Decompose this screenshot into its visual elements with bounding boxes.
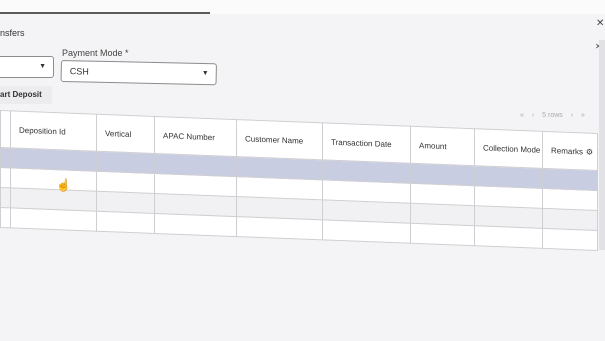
column-header-amount[interactable]: Amount bbox=[410, 126, 475, 166]
column-header-vertical[interactable]: Vertical bbox=[96, 114, 155, 154]
table-cell bbox=[154, 213, 237, 237]
start-deposit-button[interactable]: art Deposit bbox=[0, 86, 52, 104]
row-selector[interactable] bbox=[0, 207, 11, 228]
row-selector[interactable] bbox=[0, 187, 11, 208]
table-cell bbox=[410, 163, 475, 186]
row-selector[interactable] bbox=[0, 147, 11, 168]
table-cell bbox=[542, 168, 598, 191]
table-cell bbox=[474, 165, 543, 189]
tab-transfers[interactable]: nsfers bbox=[0, 28, 25, 39]
table-cell bbox=[542, 208, 598, 231]
table-cell bbox=[410, 203, 475, 226]
column-header-customer-name[interactable]: Customer Name bbox=[236, 119, 323, 160]
table-cell bbox=[474, 225, 543, 249]
table-cell bbox=[410, 183, 475, 206]
table-cell bbox=[542, 228, 598, 251]
column-header-deposition-id[interactable]: Deposition Id bbox=[10, 110, 97, 152]
table-cell bbox=[322, 219, 411, 244]
pager-last-icon[interactable]: » bbox=[581, 112, 585, 119]
column-header-apac-number[interactable]: APAC Number bbox=[154, 116, 237, 157]
column-header-remarks[interactable]: ⚙ Remarks bbox=[542, 131, 598, 171]
payment-mode-label: Payment Mode * bbox=[62, 48, 129, 58]
vertical-scrollbar[interactable] bbox=[599, 40, 605, 250]
close-icon[interactable]: ✕ bbox=[596, 18, 604, 29]
table-cell bbox=[96, 191, 155, 214]
pager: « ‹ 5 rows › » bbox=[520, 112, 591, 119]
payment-mode-value: CSH bbox=[69, 66, 89, 77]
pager-first-icon[interactable]: « bbox=[520, 112, 524, 119]
deposits-table-container: Deposition Id Vertical APAC Number Custo… bbox=[0, 110, 605, 273]
column-header-remarks-label: Remarks bbox=[551, 145, 584, 156]
table-cell bbox=[96, 211, 155, 234]
column-header-transaction-date[interactable]: Transaction Date bbox=[322, 122, 411, 164]
table-cell bbox=[410, 223, 475, 246]
caret-down-icon: ▼ bbox=[201, 69, 209, 78]
pager-prev-icon[interactable]: ‹ bbox=[532, 112, 534, 119]
table-cell bbox=[236, 216, 323, 240]
table-cell bbox=[474, 205, 543, 229]
table-cell bbox=[96, 151, 155, 174]
hand-cursor-icon: ☝ bbox=[56, 178, 71, 192]
table-cell bbox=[542, 188, 598, 211]
table-cell bbox=[474, 185, 543, 209]
table-cell bbox=[10, 207, 97, 232]
gear-icon[interactable]: ⚙ bbox=[586, 147, 593, 156]
column-header-collection-mode[interactable]: Collection Mode bbox=[474, 128, 543, 169]
payment-mode-select[interactable]: CSH ▼ bbox=[60, 60, 217, 86]
row-selector[interactable] bbox=[0, 167, 11, 188]
deposits-table: Deposition Id Vertical APAC Number Custo… bbox=[0, 110, 598, 251]
row-select-header[interactable] bbox=[0, 110, 11, 148]
caret-down-icon: ▼ bbox=[39, 63, 46, 70]
pager-next-icon[interactable]: › bbox=[571, 112, 573, 119]
pager-info: 5 rows bbox=[542, 112, 563, 119]
first-select[interactable]: ▼ bbox=[0, 56, 54, 78]
table-cell bbox=[96, 171, 155, 194]
active-tab-indicator bbox=[0, 12, 210, 14]
